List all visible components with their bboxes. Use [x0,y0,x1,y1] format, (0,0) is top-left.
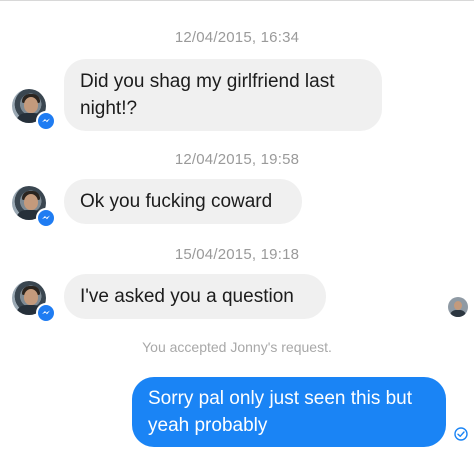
message-text: Ok you fucking coward [80,191,273,212]
seen-avatar-icon [448,297,468,317]
reply-text: Sorry pal only just seen this but [148,388,413,409]
reply-text: yeah probably [148,415,268,436]
message-bubble[interactable]: Ok you fucking coward [64,179,302,224]
messenger-icon [36,208,56,228]
chat-thread: 12/04/2015, 16:34 Did you shag my girlfr… [0,0,474,474]
timestamp: 15/04/2015, 19:18 [174,246,300,263]
message-bubble[interactable]: Did you shag my girlfriend last night!? [64,59,382,131]
system-notice: You accepted Jonny's request. [142,339,332,355]
check-circle-icon [454,427,468,441]
message-text: I've asked you a question [80,286,294,307]
timestamp: 12/04/2015, 19:58 [174,151,300,168]
messenger-icon [36,111,56,131]
timestamp: 12/04/2015, 16:34 [174,29,300,46]
reply-bubble[interactable]: Sorry pal only just seen this but yeah p… [132,377,446,447]
message-text: night!? [80,98,138,119]
message-bubble[interactable]: I've asked you a question [64,274,326,319]
messenger-icon [36,303,56,323]
message-text: Did you shag my girlfriend last [80,71,335,92]
